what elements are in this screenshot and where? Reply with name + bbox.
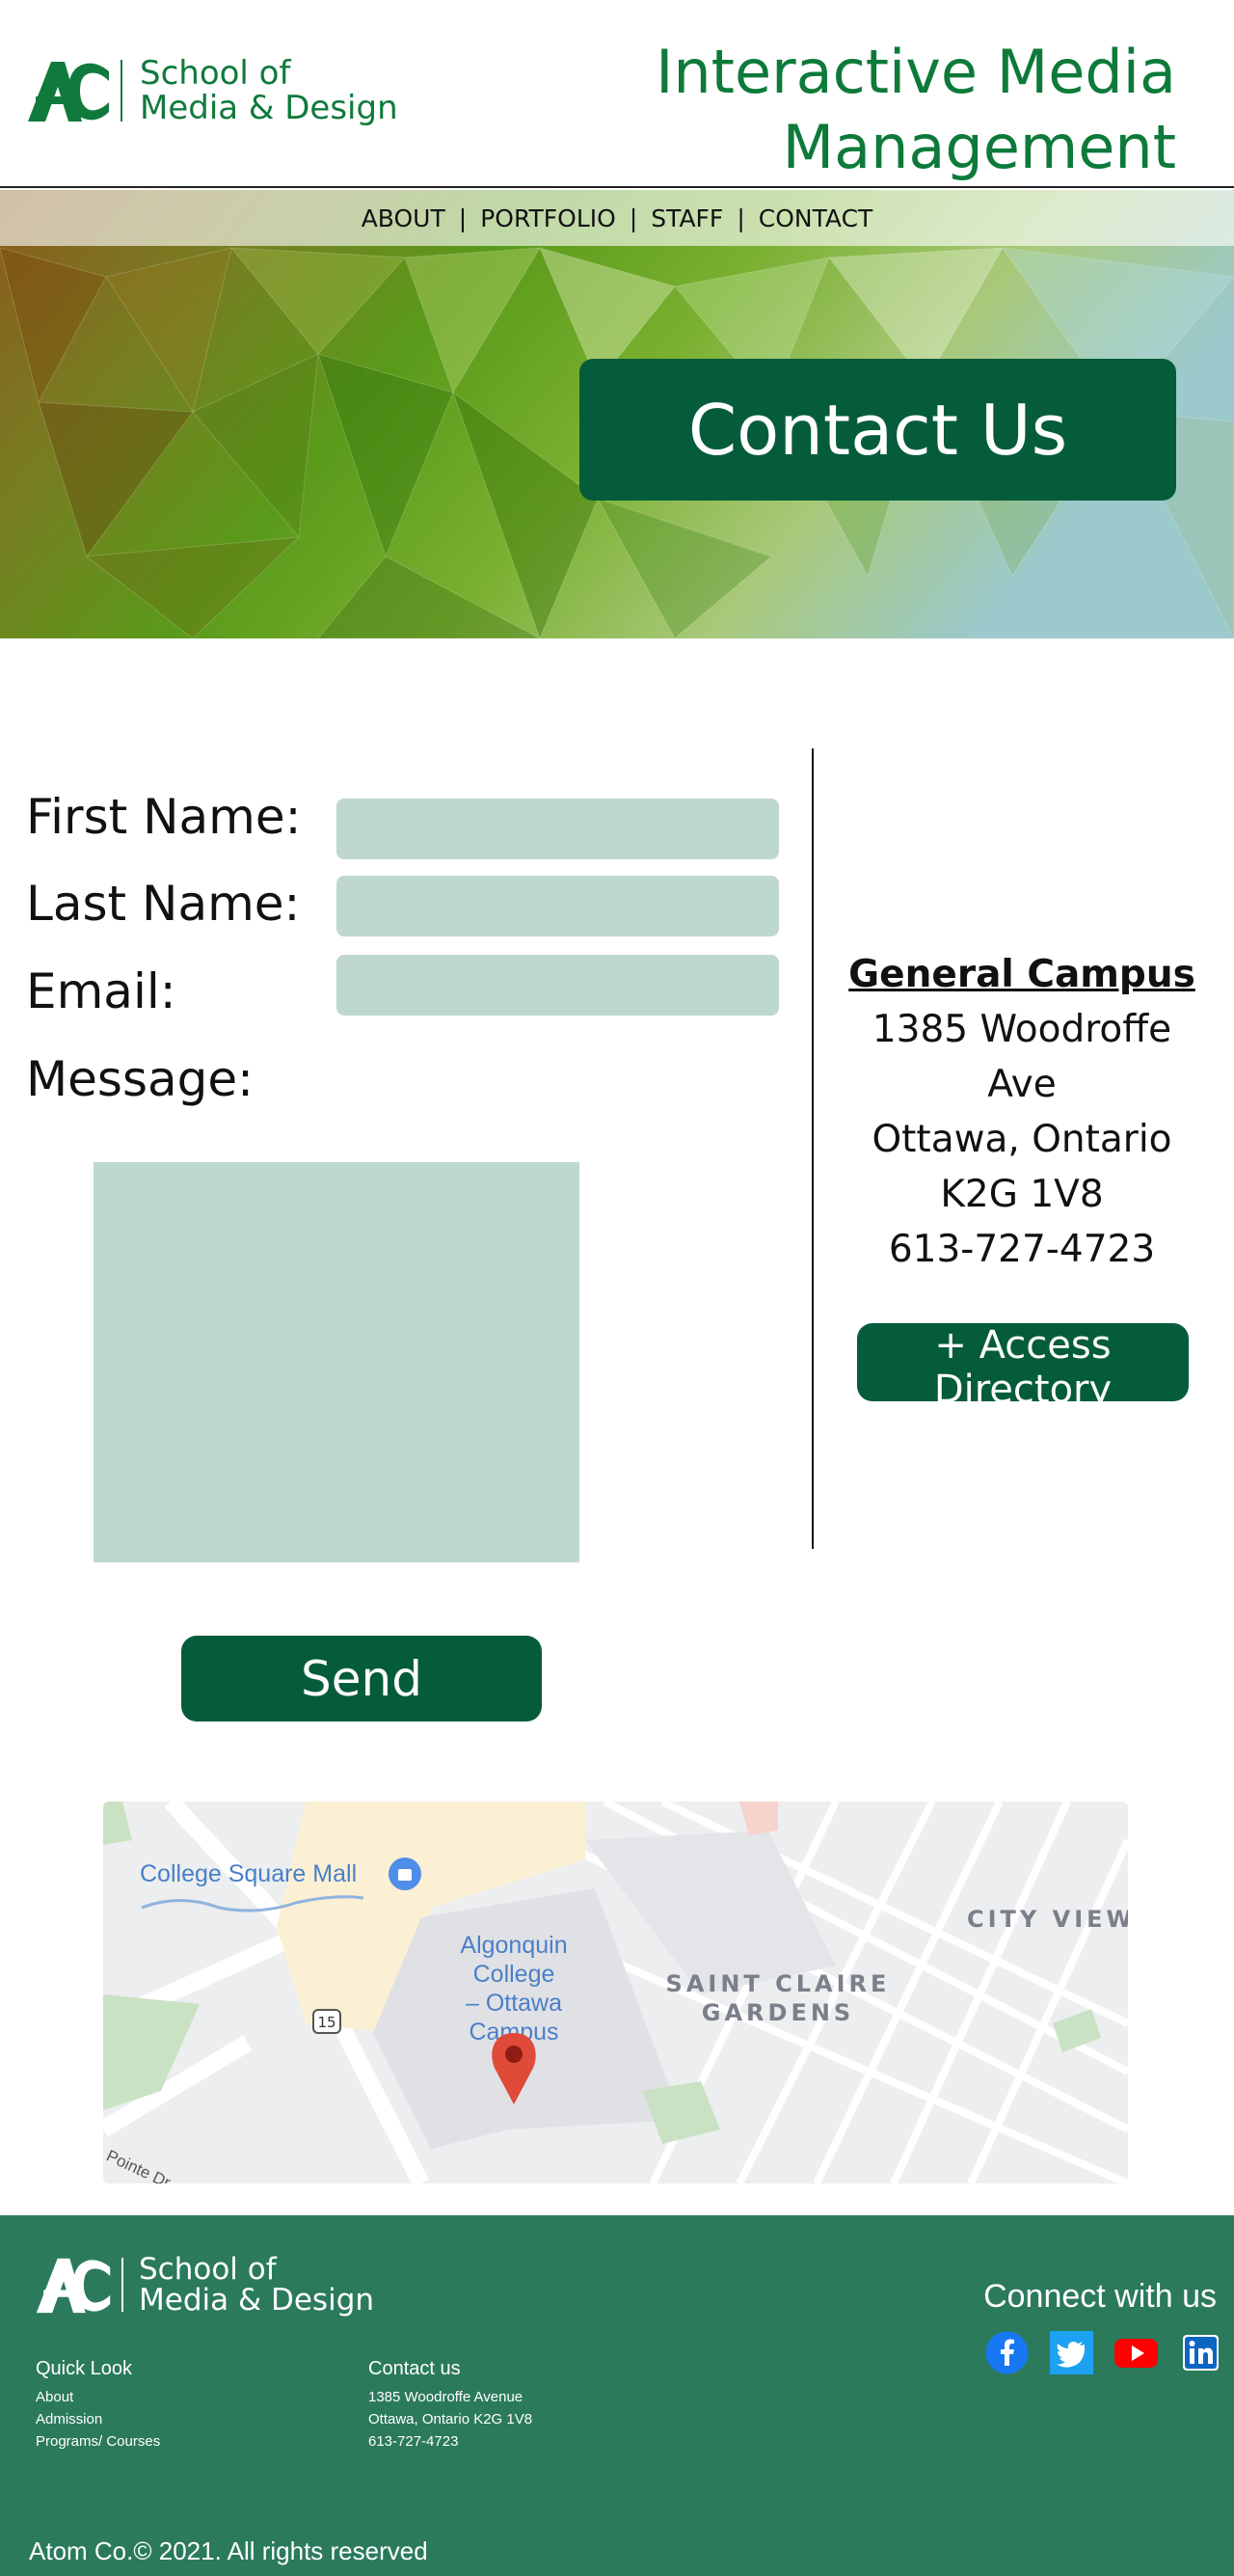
last-name-input[interactable]	[336, 876, 779, 936]
site-title-line-1: Interactive Media	[656, 37, 1176, 107]
site-header: School of Media & Design Interactive Med…	[0, 0, 1234, 188]
nav-about[interactable]: ABOUT	[354, 204, 453, 232]
footer-contact: Contact us 1385 Woodroffe Avenue Ottawa,…	[368, 2358, 532, 2453]
logo-line-1: School of	[140, 54, 291, 93]
linkedin-icon[interactable]	[1179, 2331, 1222, 2374]
main-nav: ABOUT | PORTFOLIO | STAFF | CONTACT	[0, 190, 1234, 246]
footer-logo-line-2: Media & Design	[139, 2283, 375, 2318]
twitter-icon[interactable]	[1050, 2331, 1093, 2374]
map-label-city-view: CITY VIEW	[967, 1906, 1128, 1933]
site-footer: School of Media & Design Connect with us…	[0, 2215, 1234, 2576]
logo-divider	[121, 60, 122, 122]
email-label: Email:	[26, 963, 176, 1019]
hero-banner: ABOUT | PORTFOLIO | STAFF | CONTACT Cont…	[0, 190, 1234, 638]
first-name-label: First Name:	[26, 789, 302, 845]
nav-staff[interactable]: STAFF	[643, 204, 731, 232]
campus-title: General Campus	[848, 953, 1195, 996]
quick-look-heading: Quick Look	[36, 2358, 133, 2379]
send-button[interactable]: Send	[181, 1636, 542, 1722]
footer-logo[interactable]: School of Media & Design	[35, 2254, 374, 2316]
footer-quick-look: Quick Look About Admission Programs/ Cou…	[36, 2358, 160, 2453]
campus-address-line-3: Ottawa, Ontario	[872, 1118, 1172, 1161]
footer-link-admission[interactable]: Admission	[36, 2408, 160, 2430]
access-directory-button[interactable]: + Access Directory	[857, 1323, 1189, 1412]
contact-heading: Contact us	[368, 2358, 461, 2379]
logo-line-2: Media & Design	[140, 89, 398, 127]
campus-address-line-1: 1385 Woodroffe	[872, 1008, 1172, 1051]
footer-address-line-2: Ottawa, Ontario K2G 1V8	[368, 2411, 533, 2427]
campus-info: General Campus 1385 Woodroffe Ave Ottawa…	[848, 947, 1195, 1277]
map-label-saint-claire-2: GARDENS	[702, 1999, 854, 2026]
map-label-mall: College Square Mall	[140, 1860, 357, 1887]
footer-address-line-1: 1385 Woodroffe Avenue	[368, 2389, 523, 2405]
campus-address-line-4: K2G 1V8	[940, 1173, 1104, 1216]
footer-logo-text: School of Media & Design	[139, 2254, 374, 2316]
youtube-icon[interactable]	[1114, 2331, 1158, 2374]
footer-logo-divider	[121, 2258, 123, 2312]
vertical-divider	[812, 748, 814, 1549]
ac-logo-mark	[28, 62, 109, 122]
site-title: Interactive Media Management	[656, 35, 1176, 185]
facebook-icon[interactable]	[985, 2331, 1029, 2374]
map-label-saint-claire-1: SAINT CLAIRE	[666, 1970, 891, 1997]
footer-ac-logo-mark	[36, 2258, 111, 2314]
school-logo[interactable]: School of Media & Design	[26, 56, 398, 125]
last-name-label: Last Name:	[26, 876, 301, 932]
hero-title: Contact Us	[579, 359, 1176, 501]
message-textarea[interactable]	[94, 1162, 579, 1562]
social-links	[985, 2331, 1222, 2374]
map-label-college-1: Algonquin	[460, 1932, 567, 1959]
nav-separator: |	[629, 203, 638, 232]
first-name-input[interactable]	[336, 799, 779, 859]
email-input[interactable]	[336, 955, 779, 1016]
map-label-college-3: – Ottawa	[466, 1990, 562, 2017]
nav-contact[interactable]: CONTACT	[751, 204, 881, 232]
logo-text: School of Media & Design	[140, 56, 398, 125]
connect-heading: Connect with us	[983, 2278, 1217, 2315]
footer-logo-line-1: School of	[139, 2252, 277, 2287]
copyright-text: Atom Co.© 2021. All rights reserved	[29, 2536, 428, 2565]
map-canvas: 15 College Square Mall Algonquin College…	[103, 1802, 1128, 2183]
message-label: Message:	[26, 1051, 254, 1107]
campus-map[interactable]: 15 College Square Mall Algonquin College…	[103, 1802, 1128, 2183]
site-title-line-2: Management	[782, 112, 1176, 182]
map-label-college-2: College	[473, 1961, 555, 1988]
nav-separator: |	[737, 203, 745, 232]
nav-separator: |	[458, 203, 468, 232]
nav-portfolio[interactable]: PORTFOLIO	[472, 204, 624, 232]
footer-phone: 613-727-4723	[368, 2433, 459, 2450]
footer-link-programs[interactable]: Programs/ Courses	[36, 2430, 160, 2453]
campus-phone: 613-727-4723	[888, 1228, 1156, 1271]
campus-address-line-2: Ave	[987, 1063, 1057, 1106]
footer-link-about[interactable]: About	[36, 2386, 160, 2408]
route-shield-label: 15	[317, 2014, 335, 2031]
